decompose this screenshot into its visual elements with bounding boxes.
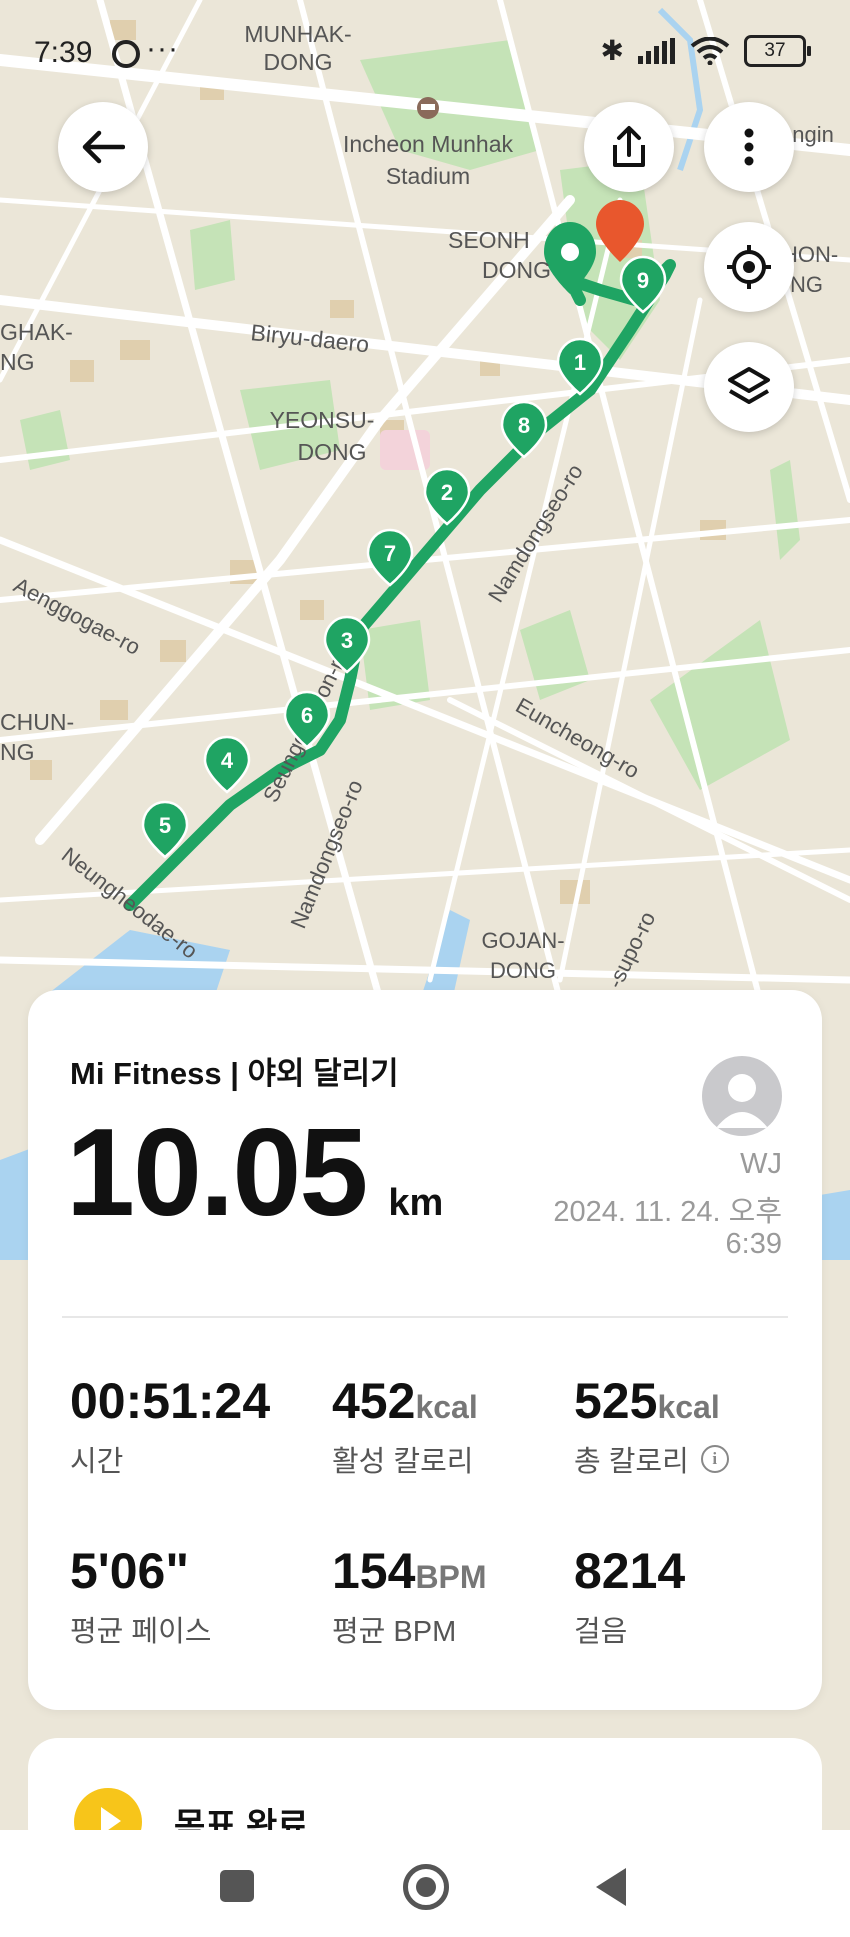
stat-label: 시간 (70, 1446, 124, 1478)
stat-value: 8214 (574, 1543, 686, 1599)
crosshair-icon (727, 245, 771, 289)
workout-time: 6:39 (725, 1228, 782, 1260)
map-label: DONG (298, 439, 367, 465)
share-button[interactable] (584, 102, 674, 192)
map-label: GHAK- (0, 319, 73, 345)
park-area (190, 220, 235, 290)
avatar[interactable] (702, 1056, 782, 1136)
km-marker-label: 1 (574, 350, 586, 375)
stat-unit: kcal (415, 1389, 478, 1425)
user-name: WJ (740, 1148, 782, 1180)
info-icon[interactable]: i (700, 1445, 729, 1473)
more-notifications-icon: ··· (146, 32, 179, 65)
recent-apps-button[interactable] (220, 1870, 254, 1902)
stat-duration: 00:51:24 시간 (70, 1372, 270, 1480)
km-marker-label: 6 (301, 703, 313, 728)
stat-value: 00:51:24 (70, 1373, 271, 1429)
user-avatar-icon (716, 1074, 768, 1128)
map-label: NG (790, 272, 823, 297)
km-marker-label: 8 (518, 413, 530, 438)
home-button[interactable] (403, 1864, 449, 1910)
stat-label: 총 칼로리 (574, 1446, 689, 1478)
notification-circle-icon (112, 40, 140, 68)
map-label: DONG (490, 958, 556, 983)
more-options-button[interactable] (704, 102, 794, 192)
wifi-icon (690, 36, 730, 65)
map-layers-button[interactable] (704, 342, 794, 432)
map-label: Stadium (386, 163, 470, 189)
signal-icon (638, 37, 675, 64)
distance-value: 10.05 (66, 1104, 368, 1242)
stat-unit: BPM (415, 1559, 487, 1595)
stat-label: 평균 BPM (332, 1616, 457, 1648)
map-label: NG (0, 739, 35, 765)
stat-value: 525 (574, 1373, 658, 1429)
km-marker-label: 2 (441, 480, 453, 505)
map-label: GOJAN- (481, 928, 564, 953)
map-label: CHUN- (0, 709, 74, 735)
workout-summary-card: Mi Fitness | 야외 달리기 10.05 km WJ 2024. 11… (28, 990, 822, 1710)
distance-unit: km (388, 1182, 444, 1224)
map-label: Incheon Munhak (343, 131, 514, 157)
stat-value: 452 (332, 1373, 416, 1429)
stat-unit: kcal (657, 1389, 720, 1425)
battery-icon: 37 (744, 34, 811, 67)
status-time: 7:39 (34, 36, 93, 69)
system-nav-bar (0, 1830, 850, 1937)
back-button[interactable] (58, 102, 148, 192)
km-marker-label: 4 (221, 748, 234, 773)
km-marker-label: 3 (341, 628, 353, 653)
km-marker-label: 5 (159, 813, 171, 838)
stat-value: 5'06" (70, 1543, 190, 1599)
map-label: SEONH (448, 227, 530, 253)
stat-average-bpm: 154BPM 평균 BPM (332, 1542, 487, 1650)
stat-steps: 8214 걸음 (574, 1542, 685, 1650)
map-label: NG (0, 349, 35, 375)
stat-label: 걸음 (574, 1616, 628, 1648)
stat-average-pace: 5'06" 평균 페이스 (70, 1542, 211, 1650)
locate-button[interactable] (704, 222, 794, 312)
km-marker-label: 9 (637, 268, 649, 293)
workout-date: 2024. 11. 24. 오후 (553, 1196, 782, 1228)
km-marker-label: 7 (384, 541, 396, 566)
status-bar: 7:39 ··· ✱ 37 (0, 0, 850, 110)
more-vertical-icon (744, 128, 754, 166)
app-activity-title: Mi Fitness | 야외 달리기 (70, 1056, 399, 1091)
system-back-button[interactable] (596, 1868, 626, 1906)
back-arrow-icon (82, 130, 125, 164)
stat-total-calories: 525kcal 총 칼로리 i (574, 1372, 729, 1480)
map-label: YEONSU- (270, 407, 375, 433)
stat-label: 활성 칼로리 (332, 1446, 474, 1478)
stat-label: 평균 페이스 (70, 1616, 212, 1648)
stat-value: 154 (332, 1543, 416, 1599)
layers-icon (728, 367, 770, 404)
bluetooth-icon: ✱ (600, 35, 624, 66)
share-icon (613, 126, 645, 167)
map-label: DONG (482, 257, 551, 283)
divider (62, 1316, 788, 1318)
stat-active-calories: 452kcal 활성 칼로리 (332, 1372, 478, 1480)
